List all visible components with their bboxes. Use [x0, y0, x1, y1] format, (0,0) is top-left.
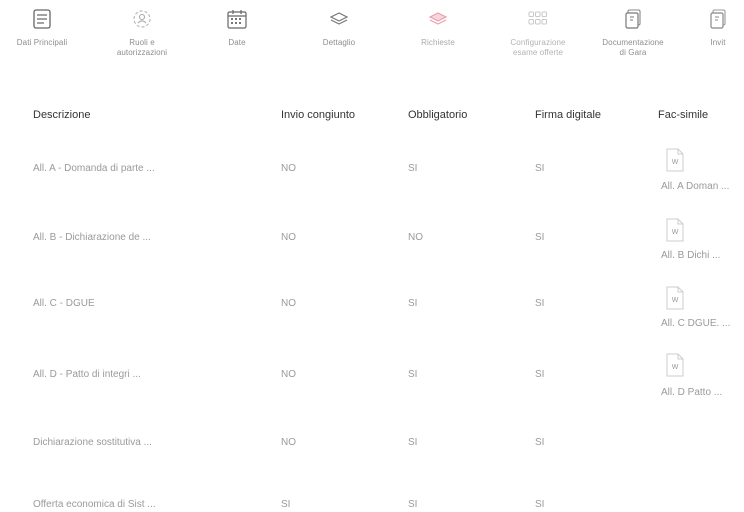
svg-text:W: W — [672, 297, 679, 304]
step-documentazione-di-gara[interactable]: Documentazione di Gara — [588, 8, 678, 68]
row-firma-digitale: SI — [535, 437, 545, 448]
row-firma-digitale: SI — [535, 298, 545, 309]
row-descrizione: Offerta economica di Sist ... — [33, 499, 156, 510]
column-header-invio-congiunto: Invio congiunto — [281, 109, 355, 121]
row-obbligatorio: SI — [408, 163, 418, 174]
facsimile-file-link[interactable]: All. D Patto ... — [661, 387, 722, 398]
row-invio-congiunto: SI — [281, 499, 291, 510]
step-richieste[interactable]: Richieste — [393, 8, 483, 68]
word-file-icon[interactable]: W — [665, 218, 685, 242]
row-obbligatorio: SI — [408, 369, 418, 380]
step-label: Invit — [710, 38, 726, 47]
word-file-icon[interactable]: W — [665, 148, 685, 172]
row-invio-congiunto: NO — [281, 232, 296, 243]
row-invio-congiunto: NO — [281, 163, 296, 174]
row-firma-digitale: SI — [535, 232, 545, 243]
row-invio-congiunto: NO — [281, 369, 296, 380]
row-descrizione: All. C - DGUE — [33, 298, 95, 309]
calendar-icon — [226, 8, 248, 30]
grid-icon — [527, 8, 549, 30]
step-dati-principali[interactable]: Dati Principali — [0, 8, 87, 68]
row-obbligatorio: SI — [408, 499, 418, 510]
svg-text:W: W — [672, 159, 679, 166]
row-invio-congiunto: NO — [281, 437, 296, 448]
row-firma-digitale: SI — [535, 163, 545, 174]
step-label: Dettaglio — [322, 38, 356, 47]
step-label: Richieste — [421, 38, 455, 47]
step-date[interactable]: Date — [192, 8, 282, 68]
user-settings-icon — [131, 8, 153, 30]
svg-text:W: W — [672, 364, 679, 371]
facsimile-file-link[interactable]: All. B Dichi ... — [661, 250, 720, 261]
step-label: Ruoli e autorizzazioni — [116, 38, 168, 57]
word-file-icon[interactable]: W — [665, 286, 685, 310]
column-header-fac-simile: Fac-simile — [658, 109, 709, 121]
column-header-firma-digitale: Firma digitale — [535, 109, 602, 121]
step-label: Dati Principali — [16, 38, 68, 47]
row-firma-digitale: SI — [535, 499, 545, 510]
facsimile-file-link[interactable]: All. A Doman ... — [661, 181, 729, 192]
column-header-descrizione: Descrizione — [33, 109, 91, 121]
step-inviti[interactable]: Invit — [683, 8, 744, 68]
word-file-icon[interactable]: W — [665, 353, 685, 377]
row-descrizione: All. D - Patto di integri ... — [33, 369, 141, 380]
row-descrizione: All. A - Domanda di parte ... — [33, 163, 155, 174]
step-label: Date — [228, 38, 246, 47]
step-label: Configurazione esame offerte — [510, 38, 566, 57]
step-label: Documentazione di Gara — [602, 38, 664, 57]
layers-icon — [328, 8, 350, 30]
documents-icon — [622, 8, 644, 30]
row-descrizione: Dichiarazione sostitutiva ... — [33, 437, 152, 448]
wizard-steps: Dati Principali Ruoli e autorizzazioni D… — [0, 0, 744, 70]
document-icon — [707, 8, 729, 30]
svg-text:W: W — [672, 229, 679, 236]
row-obbligatorio: SI — [408, 437, 418, 448]
step-configurazione-esame-offerte[interactable]: Configurazione esame offerte — [493, 8, 583, 68]
facsimile-file-link[interactable]: All. C DGUE. ... — [661, 318, 730, 329]
row-invio-congiunto: NO — [281, 298, 296, 309]
row-firma-digitale: SI — [535, 369, 545, 380]
layers-pink-icon — [427, 8, 449, 30]
row-descrizione: All. B - Dichiarazione de ... — [33, 232, 151, 243]
column-header-obbligatorio: Obbligatorio — [408, 109, 468, 121]
row-obbligatorio: NO — [408, 232, 423, 243]
list-document-icon — [31, 8, 53, 30]
step-dettaglio[interactable]: Dettaglio — [294, 8, 384, 68]
step-ruoli-autorizzazioni[interactable]: Ruoli e autorizzazioni — [97, 8, 187, 68]
row-obbligatorio: SI — [408, 298, 418, 309]
